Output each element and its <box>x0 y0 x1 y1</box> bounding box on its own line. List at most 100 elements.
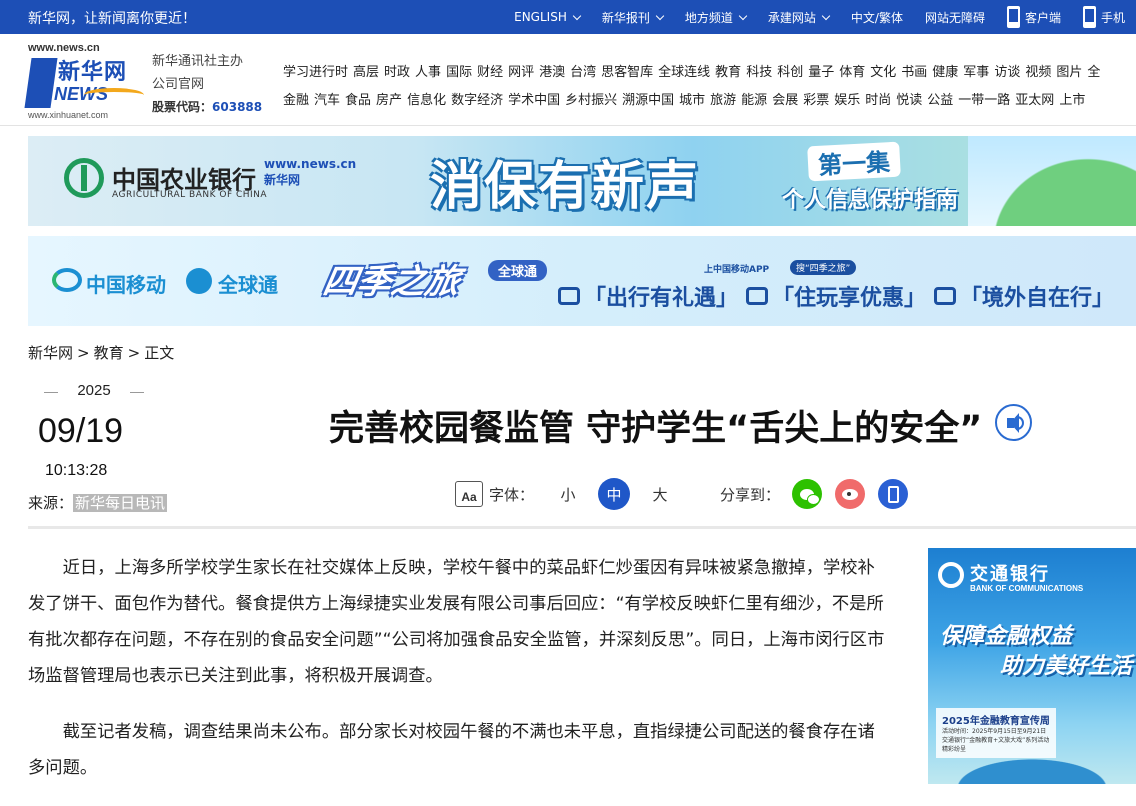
channel-link[interactable]: 台湾 <box>570 61 596 80</box>
channel-link[interactable]: 人事 <box>415 61 441 80</box>
channel-link[interactable]: 国际 <box>446 61 472 80</box>
channel-link[interactable]: 网评 <box>508 61 534 80</box>
channel-link[interactable]: 金融 <box>283 89 309 108</box>
font-size-medium[interactable]: 中 <box>598 478 631 510</box>
share-wechat-button[interactable] <box>792 479 823 509</box>
channel-link[interactable]: 港澳 <box>539 61 565 80</box>
breadcrumb-sep: > <box>77 344 90 362</box>
top-nav-accessibility[interactable]: 网站无障碍 <box>914 0 996 34</box>
breadcrumb-section[interactable]: 教育 <box>94 344 124 362</box>
channel-link[interactable]: 娱乐 <box>834 89 860 108</box>
top-nav-newspapers[interactable]: 新华报刊 <box>591 0 674 34</box>
channel-link[interactable]: 能源 <box>741 89 767 108</box>
font-size-small[interactable]: 小 <box>552 478 584 510</box>
logo-swoosh <box>84 88 144 102</box>
top-nav: ENGLISH 新华报刊 地方频道 承建网站 中文/繁体 网站无障碍 客户端 手… <box>503 0 1136 34</box>
channel-link[interactable]: 科技 <box>746 61 772 80</box>
channel-link[interactable]: 科创 <box>777 61 803 80</box>
bocom-logo-icon <box>938 562 964 588</box>
top-nav-client-label: 客户端 <box>1024 10 1061 25</box>
channel-link[interactable]: 高层 <box>353 61 379 80</box>
house-icon <box>746 287 769 305</box>
channel-link[interactable]: 城市 <box>679 89 705 108</box>
channel-link[interactable]: 一带一路 <box>958 89 1010 108</box>
share-weibo-button[interactable] <box>835 479 866 509</box>
channel-link[interactable]: 学习进行时 <box>283 61 348 80</box>
article-paragraph: 截至记者发稿，调查结果尚未公布。部分家长对校园午餐的不满也未平息，直指绿捷公司配… <box>28 722 875 778</box>
channel-link[interactable]: 数字经济 <box>451 89 503 108</box>
top-nav-client-app[interactable]: 客户端 <box>996 0 1072 34</box>
channel-link[interactable]: 彩票 <box>803 89 829 108</box>
chevron-down-icon <box>738 11 748 20</box>
channel-link[interactable]: 教育 <box>715 61 741 80</box>
publish-time: 10:13:28 <box>45 462 108 479</box>
site-header: www.news.cn 新华网 NEWS www.xinhuanet.com 新… <box>0 34 1136 126</box>
publish-month-day: 09/19 <box>38 412 124 450</box>
article-source: 来源： 新华每日电讯 <box>28 492 168 513</box>
channel-link[interactable]: 房产 <box>376 89 402 108</box>
channel-link[interactable]: 文化 <box>870 61 896 80</box>
channel-link[interactable]: 体育 <box>839 61 865 80</box>
font-size-label: 字体： <box>489 485 535 504</box>
channel-link[interactable]: 公益 <box>927 89 953 108</box>
side-ad-card-title: 2025年金融教育宣传周 <box>942 716 1050 727</box>
channel-link[interactable]: 全 <box>1087 61 1100 80</box>
channel-link[interactable]: 食品 <box>345 89 371 108</box>
xinhua-logo[interactable]: www.news.cn 新华网 NEWS www.xinhuanet.com <box>24 42 146 120</box>
top-nav-hosted-label: 承建网站 <box>767 10 816 25</box>
channel-link[interactable]: 悦读 <box>896 89 922 108</box>
source-label: 来源： <box>28 494 74 512</box>
bocom-side-ad[interactable]: 交通银行 BANK OF COMMUNICATIONS 保障金融权益 助力美好生… <box>928 548 1136 784</box>
top-nav-hosted-sites[interactable]: 承建网站 <box>757 0 840 34</box>
channel-link[interactable]: 会展 <box>772 89 798 108</box>
abc-ad-banner[interactable]: 中国农业银行 AGRICULTURAL BANK OF CHINA www.ne… <box>28 136 1136 226</box>
channel-link[interactable]: 思客智库 <box>601 61 653 80</box>
channel-link[interactable]: 健康 <box>932 61 958 80</box>
channel-link[interactable]: 访谈 <box>994 61 1020 80</box>
banner1-episode: 第一集 <box>807 141 901 182</box>
channel-link[interactable]: 军事 <box>963 61 989 80</box>
channel-link[interactable]: 书画 <box>901 61 927 80</box>
channel-link[interactable]: 时政 <box>384 61 410 80</box>
channel-link[interactable]: 亚太网 <box>1015 89 1054 108</box>
global-pass-name: 全球通 <box>218 273 278 297</box>
channel-link[interactable]: 学术中国 <box>508 89 560 108</box>
channel-row-2: 金融 汽车 食品 房产 信息化 数字经济 学术中国 乡村振兴 溯源中国 城市 旅游 能源 会展 彩票 娱乐时… <box>283 84 1136 112</box>
top-nav-local-channels[interactable]: 地方频道 <box>674 0 757 34</box>
phone-app-icon <box>1006 6 1020 28</box>
font-size-large[interactable]: 大 <box>644 478 676 510</box>
channel-link[interactable]: 全球连线 <box>658 61 710 80</box>
share-mobile-button[interactable] <box>878 479 909 509</box>
banner2-slogan-travel: 「出行有礼遇」 <box>558 280 738 312</box>
breadcrumb-sep: > <box>127 344 141 362</box>
channel-link[interactable]: 财经 <box>477 61 503 80</box>
side-ad-wave <box>928 748 1136 784</box>
channel-link[interactable]: 上市 <box>1059 89 1085 108</box>
channel-row-1: 学习进行时 高层 时政 人事 国际 财经 网评 港澳 台湾 思客智库 全球连线 教育 科技 科创 量子 体育文… <box>283 56 1136 84</box>
channel-link[interactable]: 旅游 <box>710 89 736 108</box>
weibo-icon <box>842 488 859 500</box>
breadcrumb-current: 正文 <box>144 344 175 362</box>
channel-link[interactable]: 图片 <box>1056 61 1082 80</box>
channel-link[interactable]: 时尚 <box>865 89 891 108</box>
channel-link[interactable]: 量子 <box>808 61 834 80</box>
channel-link[interactable]: 汽车 <box>314 89 340 108</box>
mini-logo-name: 新华网 <box>264 173 301 187</box>
channel-link[interactable]: 乡村振兴 <box>565 89 617 108</box>
mobile-icon <box>887 485 899 503</box>
channel-link[interactable]: 溯源中国 <box>622 89 674 108</box>
china-mobile-ad-banner[interactable]: 中国移动 全球通 四季之旅 全球通 上中国移动APP 搜“四季之旅” 「出行有礼… <box>28 236 1136 326</box>
channel-link[interactable]: 视频 <box>1025 61 1051 80</box>
side-ad-slogan-2: 助力美好生活 <box>1000 654 1133 679</box>
top-nav-mobile[interactable]: 手机 <box>1072 0 1136 34</box>
banner2-slogan-text: 「住玩享优惠」 <box>772 286 927 311</box>
top-nav-language-toggle[interactable]: 中文/繁体 <box>840 0 914 34</box>
channel-link[interactable]: 信息化 <box>407 89 446 108</box>
breadcrumb-home[interactable]: 新华网 <box>28 344 73 362</box>
wechat-icon <box>800 488 821 505</box>
read-aloud-button[interactable] <box>995 404 1032 441</box>
top-nav-language-label: 中文/繁体 <box>850 10 903 25</box>
china-mobile-name: 中国移动 <box>86 273 166 297</box>
top-nav-english[interactable]: ENGLISH <box>503 0 591 34</box>
source-name: 新华每日电讯 <box>73 494 168 512</box>
